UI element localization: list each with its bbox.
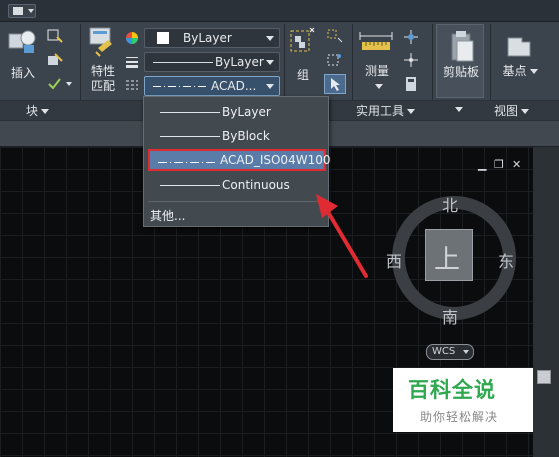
group-selection-toggle[interactable]: [324, 74, 346, 94]
clipboard-label: 剪贴板: [442, 65, 479, 79]
linetype-option-acad-iso04w100[interactable]: ACAD_ISO04W100: [148, 149, 330, 171]
insert-label: 插入: [10, 66, 35, 80]
match-properties-label: 特性 匹配: [90, 64, 115, 93]
quick-access-toolbar: [0, 0, 559, 22]
edit-block-icon[interactable]: [46, 52, 64, 68]
minimize-icon[interactable]: ▁: [478, 158, 486, 171]
linetype-sample: [160, 185, 220, 186]
point-style-icon[interactable]: [402, 52, 420, 68]
scrollbar-thumb[interactable]: [537, 370, 551, 384]
vertical-scrollbar[interactable]: [533, 147, 559, 457]
group-label-utilities[interactable]: 实用工具: [356, 102, 416, 119]
linetype-option-label: ACAD_ISO04W100: [220, 153, 331, 167]
chevron-down-icon: [463, 350, 469, 354]
lineweight-property-dropdown[interactable]: ByLayer: [144, 52, 280, 72]
group-button[interactable]: 组: [288, 26, 318, 82]
viewcube-top-face[interactable]: 上: [425, 229, 473, 281]
group-label-view[interactable]: 视图: [494, 102, 530, 119]
linetype-property-dropdown[interactable]: ACAD...: [144, 76, 280, 96]
chevron-down-icon: [41, 109, 50, 114]
wcs-menu[interactable]: WCS: [426, 344, 474, 360]
group-label: 组: [296, 68, 309, 82]
annotation-arrow-icon: [316, 194, 368, 278]
watermark-logo: 百科全说 助你轻松解决: [393, 368, 533, 432]
linetype-option-label: Continuous: [222, 178, 290, 192]
lineweight-property-value: ByLayer: [215, 55, 264, 69]
compass-west[interactable]: 西: [386, 248, 402, 272]
lineweight-sample: [153, 62, 213, 63]
chevron-down-icon: [28, 9, 34, 13]
linetype-sample: [158, 162, 218, 163]
chevron-down-icon: [529, 69, 538, 74]
compass-east[interactable]: 东: [498, 248, 514, 272]
block-attribute-icon[interactable]: [46, 76, 76, 92]
clipboard-icon: [451, 31, 474, 62]
lineweight-icon[interactable]: [125, 55, 139, 69]
linetype-icon[interactable]: [125, 78, 139, 92]
color-swatch: [157, 32, 169, 44]
chevron-down-icon: [266, 84, 274, 89]
match-properties-button[interactable]: 特性 匹配: [84, 26, 122, 96]
ungroup-icon[interactable]: [326, 28, 344, 44]
insert-block-button[interactable]: 插入: [6, 26, 40, 82]
watermark-subtitle: 助你轻松解决: [420, 410, 499, 424]
chevron-down-icon: [455, 107, 463, 112]
chevron-down-icon: [374, 84, 383, 89]
compass-south[interactable]: 南: [442, 304, 458, 328]
calculator-icon[interactable]: [402, 75, 420, 93]
linetype-sample: [160, 136, 220, 137]
divider: [148, 201, 324, 202]
linetype-property-value: ACAD...: [211, 79, 257, 93]
watermark-title: 百科全说: [408, 378, 496, 402]
linetype-option-label: ByBlock: [222, 129, 270, 143]
measure-label: 测量: [360, 64, 394, 94]
basepoint-label: 基点: [500, 64, 540, 79]
linetype-other-option[interactable]: 其他...: [150, 207, 185, 224]
close-icon[interactable]: ✕: [512, 158, 521, 171]
color-property-value: ByLayer: [183, 31, 232, 45]
linetype-option-byblock[interactable]: ByBlock: [148, 125, 326, 147]
measure-ruler-icon: [359, 32, 393, 50]
chevron-down-icon: [407, 109, 416, 114]
clipboard-button[interactable]: 剪贴板: [436, 24, 484, 98]
viewcube-face-label: 上: [434, 245, 461, 275]
linetype-sample: [160, 112, 220, 113]
chevron-down-icon: [521, 109, 530, 114]
cursor-select-icon: [331, 78, 340, 91]
create-block-icon[interactable]: [46, 28, 64, 44]
application-menu-button[interactable]: [8, 4, 36, 18]
color-property-dropdown[interactable]: ByLayer: [144, 28, 280, 48]
color-wheel-icon[interactable]: [125, 31, 139, 45]
insert-block-icon: [8, 30, 36, 53]
wcs-label: WCS: [432, 346, 456, 357]
view-base-icon: [507, 37, 531, 57]
group-label-block[interactable]: 块: [26, 102, 50, 119]
quick-calc-icon[interactable]: [402, 28, 420, 46]
match-properties-icon: [89, 27, 112, 57]
group-edit-icon[interactable]: [326, 52, 344, 68]
basepoint-button[interactable]: 基点: [496, 26, 542, 96]
chevron-down-icon: [266, 60, 274, 65]
compass-north[interactable]: 北: [442, 192, 458, 216]
linetype-sample: [153, 86, 207, 87]
linetype-option-bylayer[interactable]: ByLayer: [148, 101, 326, 123]
linetype-option-label: ByLayer: [222, 105, 271, 119]
group-label-clipboard-expander[interactable]: [452, 102, 463, 116]
chevron-down-icon: [266, 36, 274, 41]
group-icon: [290, 27, 315, 52]
measure-button[interactable]: 测量: [356, 26, 398, 96]
app-window-icon: [13, 7, 23, 15]
restore-icon[interactable]: ❐: [494, 158, 504, 171]
